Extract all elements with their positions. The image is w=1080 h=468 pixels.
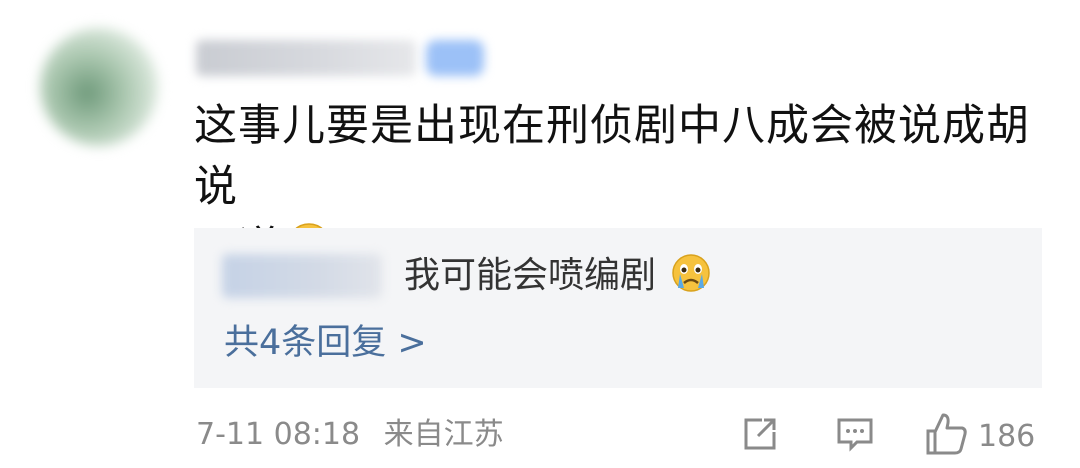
reply-text-content: 我可能会喷编剧 <box>404 255 657 296</box>
like-button[interactable]: 186 <box>924 412 1035 460</box>
share-icon <box>740 414 780 458</box>
location: 来自江苏 <box>383 417 504 452</box>
view-replies-link[interactable]: 共4条回复 > <box>224 320 427 366</box>
user-badge <box>426 40 484 76</box>
share-button[interactable] <box>740 412 780 460</box>
reply-author-blurred[interactable] <box>222 254 382 298</box>
action-bar: 186 <box>738 412 1068 460</box>
comment-meta: 7-11 08:18 来自江苏 <box>196 415 518 455</box>
comment-icon <box>834 413 876 459</box>
like-count: 186 <box>978 418 1036 454</box>
comment-button[interactable] <box>834 412 876 460</box>
thumbs-up-icon <box>924 411 970 461</box>
username-blurred[interactable] <box>196 40 416 76</box>
crying-face-icon <box>671 253 711 306</box>
reply-preview-box[interactable]: 我可能会喷编剧 共4条回复 > <box>194 228 1042 388</box>
avatar[interactable] <box>40 28 158 146</box>
comment-text-line1: 这事儿要是出现在刑侦剧中八成会被说成胡说 <box>194 101 1030 212</box>
reply-text: 我可能会喷编剧 <box>404 252 711 306</box>
timestamp: 7-11 08:18 <box>196 417 361 452</box>
